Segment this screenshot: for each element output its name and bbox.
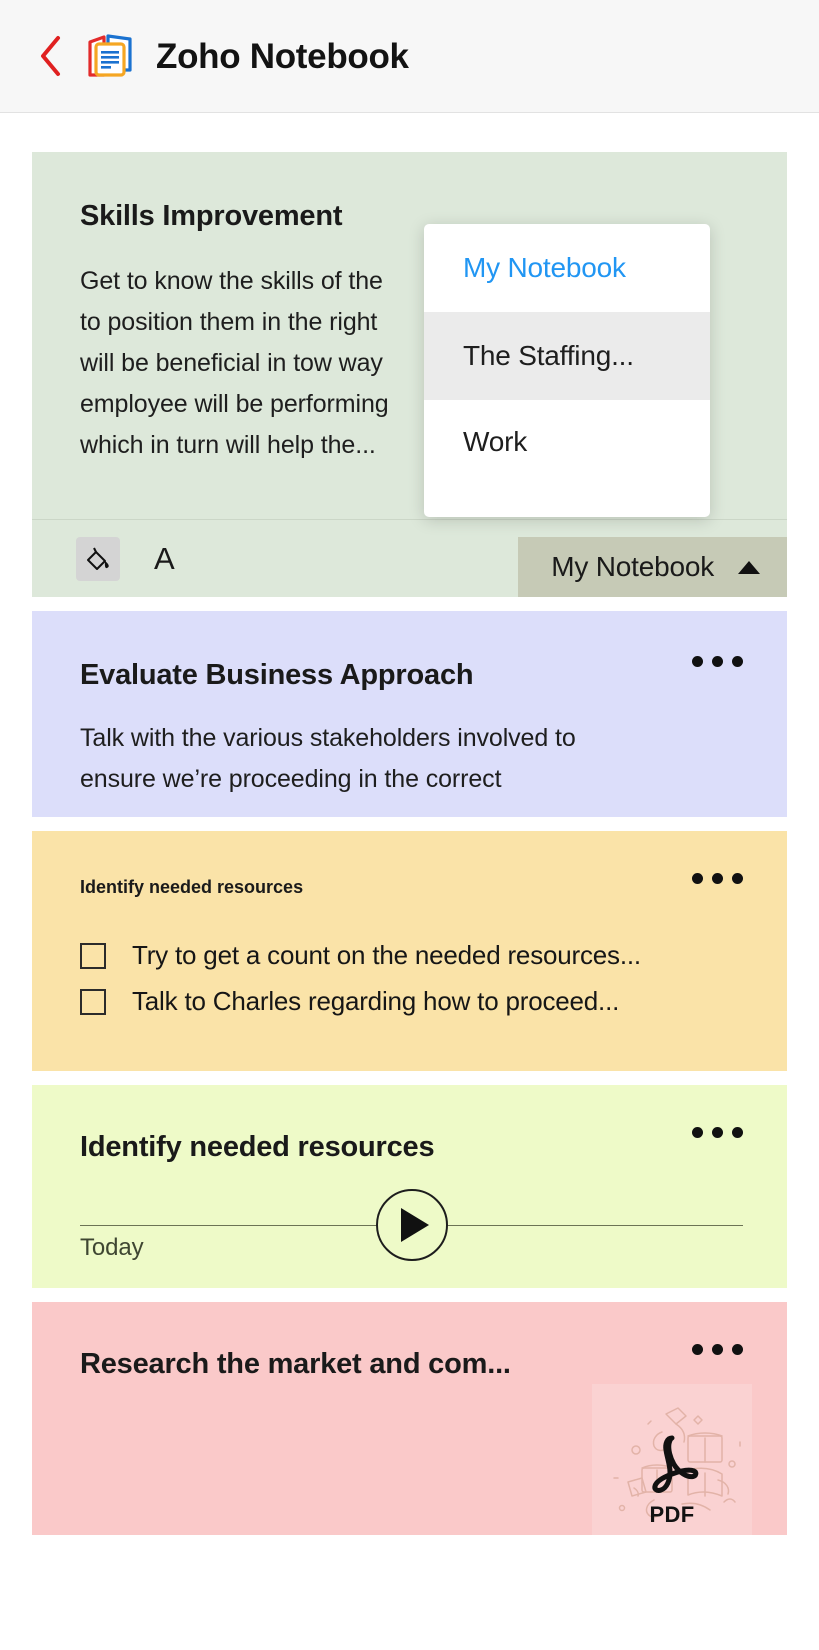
pdf-file-type-label: PDF: [649, 1502, 695, 1527]
pdf-acrobat-icon: [652, 1435, 699, 1493]
more-options-icon: [692, 873, 703, 884]
checklist-item[interactable]: Try to get a count on the needed resourc…: [80, 940, 787, 971]
play-icon: [401, 1208, 429, 1242]
more-options-icon: [732, 1127, 743, 1138]
dropdown-item-my-notebook[interactable]: My Notebook: [424, 224, 710, 312]
note-options-button[interactable]: [692, 1127, 743, 1138]
note-card-evaluate-business-approach[interactable]: Evaluate Business Approach Talk with the…: [32, 611, 787, 817]
more-options-icon: [732, 1344, 743, 1355]
note-body-line: ensure we’re proceeding in the correct: [80, 765, 502, 794]
dropdown-item-label: My Notebook: [463, 252, 626, 283]
notebook-selector-button[interactable]: My Notebook: [518, 537, 787, 597]
more-options-icon: [712, 1344, 723, 1355]
dropdown-item-the-staffing[interactable]: The Staffing...: [424, 312, 710, 400]
note-title: Evaluate Business Approach: [80, 659, 474, 691]
more-options-icon: [712, 873, 723, 884]
checklist-item-label: Talk to Charles regarding how to proceed…: [132, 986, 620, 1016]
zoho-notebook-app: Zoho Notebook Skills Improvement Get to …: [0, 0, 819, 1650]
notebook-dropdown-menu[interactable]: My Notebook The Staffing... Work: [424, 224, 710, 517]
audio-player: [80, 1189, 743, 1261]
chevron-left-icon: [41, 36, 60, 76]
note-body-line: Talk with the various stakeholders invol…: [80, 724, 576, 753]
note-options-button[interactable]: [692, 1344, 743, 1355]
paint-bucket-button[interactable]: [76, 536, 120, 581]
note-card-identify-needed-resources-audio[interactable]: Identify needed resources Today: [32, 1085, 787, 1288]
notebook-selector-label: My Notebook: [551, 551, 714, 582]
font-style-button[interactable]: A: [154, 543, 175, 574]
page-title: Zoho Notebook: [156, 36, 409, 76]
more-options-icon: [712, 656, 723, 667]
note-body: Talk with the various stakeholders invol…: [80, 718, 700, 800]
paint-bucket-icon: [87, 547, 109, 570]
note-date-label: Today: [80, 1234, 144, 1261]
back-button[interactable]: [38, 34, 64, 78]
note-options-button[interactable]: [692, 656, 743, 667]
note-card-research-the-market[interactable]: Research the market and com... PDF: [32, 1302, 787, 1535]
note-card-identify-needed-resources-checklist[interactable]: Identify needed resources Try to get a c…: [32, 831, 787, 1071]
dropdown-item-work[interactable]: Work: [424, 400, 710, 517]
pdf-attachment-thumbnail[interactable]: PDF: [592, 1384, 752, 1535]
more-options-icon: [712, 1127, 723, 1138]
more-options-icon: [732, 873, 743, 884]
checklist-item-label: Try to get a count on the needed resourc…: [132, 940, 641, 970]
play-button[interactable]: [375, 1189, 448, 1261]
app-header: Zoho Notebook: [0, 0, 819, 113]
more-options-icon: [692, 656, 703, 667]
dropdown-item-label: The Staffing...: [463, 340, 634, 371]
checkbox-icon[interactable]: [80, 988, 106, 1015]
note-options-button[interactable]: [692, 873, 743, 884]
zoho-notebook-icon: [84, 30, 136, 82]
checkbox-icon[interactable]: [80, 942, 106, 969]
checklist-heading: Identify needed resources: [80, 877, 304, 897]
dropdown-item-label: Work: [463, 426, 528, 457]
more-options-icon: [692, 1127, 703, 1138]
note-title: Research the market and com...: [80, 1348, 511, 1380]
checklist-item[interactable]: Talk to Charles regarding how to proceed…: [80, 986, 787, 1017]
note-toolbar: A My Notebook: [32, 519, 787, 597]
more-options-icon: [732, 656, 743, 667]
more-options-icon: [692, 1344, 703, 1355]
caret-up-icon: [738, 560, 760, 574]
note-title: Identify needed resources: [80, 1131, 435, 1163]
